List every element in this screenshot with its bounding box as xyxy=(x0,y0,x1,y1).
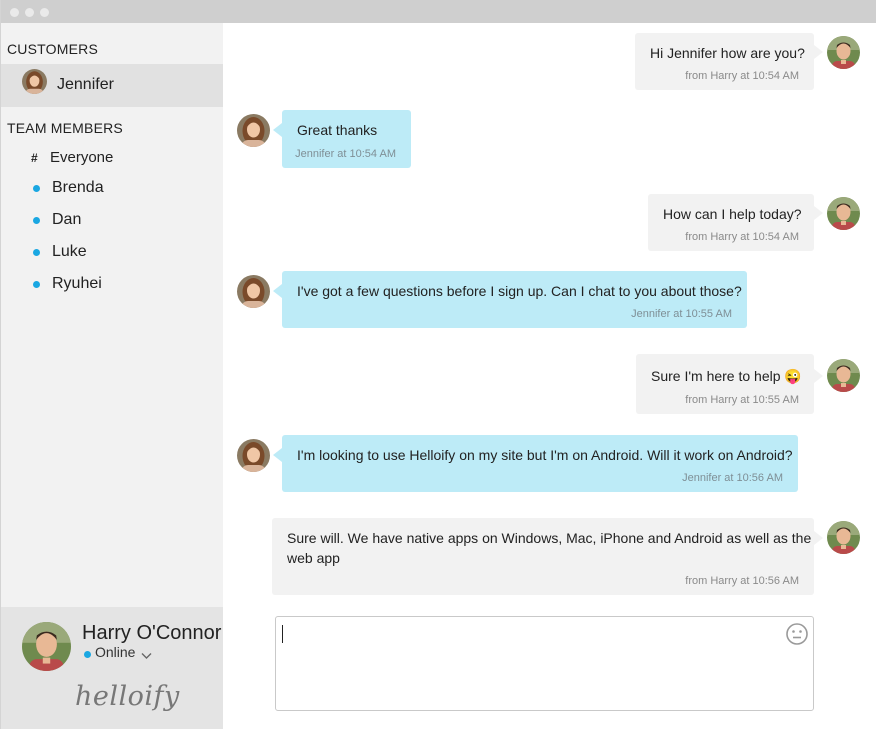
winking-tongue-emoji: 😜 xyxy=(784,368,802,384)
bubble-tail xyxy=(814,531,823,545)
message-text: How can I help today? xyxy=(663,206,802,222)
message-meta: Jennifer at 10:55 AM xyxy=(631,308,732,320)
online-status-icon xyxy=(33,185,40,192)
bubble-tail xyxy=(814,369,823,383)
message-bubble-incoming: I've got a few questions before I sign u… xyxy=(282,271,747,328)
team-item-label: Dan xyxy=(52,211,82,228)
customer-avatar xyxy=(22,69,47,94)
zoom-window-dot[interactable] xyxy=(40,8,49,17)
message-text: Hi Jennifer how are you? xyxy=(650,45,805,61)
message-bubble-outgoing: Hi Jennifer how are you? from Harry at 1… xyxy=(635,33,814,90)
bubble-tail xyxy=(814,45,823,59)
message-text-body: Sure I'm here to help xyxy=(651,368,781,384)
bubble-tail xyxy=(273,123,282,137)
message-text-line: Sure will. We have native apps on Window… xyxy=(287,530,812,546)
channel-hash-icon: # xyxy=(31,151,38,165)
user-avatar[interactable] xyxy=(22,622,71,671)
neutral-face-icon[interactable] xyxy=(785,622,809,651)
message-bubble-incoming: I'm looking to use Helloify on my site b… xyxy=(282,435,798,492)
bubble-tail xyxy=(814,206,823,220)
harry-avatar xyxy=(827,359,860,392)
team-item-everyone[interactable]: # Everyone xyxy=(1,145,223,173)
jennifer-avatar xyxy=(237,439,270,472)
close-window-dot[interactable] xyxy=(10,8,19,17)
status-dropdown[interactable]: Online xyxy=(95,644,135,660)
team-item-dan[interactable]: Dan xyxy=(1,207,223,235)
message-meta: Jennifer at 10:54 AM xyxy=(295,148,396,160)
harry-avatar xyxy=(827,36,860,69)
harry-avatar xyxy=(827,521,860,554)
chevron-down-icon[interactable] xyxy=(141,647,152,665)
customers-heading: CUSTOMERS xyxy=(7,41,98,57)
message-meta: from Harry at 10:54 AM xyxy=(685,231,799,243)
message-meta: from Harry at 10:55 AM xyxy=(685,394,799,406)
chat-panel: Hi Jennifer how are you? from Harry at 1… xyxy=(223,23,876,729)
team-members-heading: TEAM MEMBERS xyxy=(7,120,123,136)
message-meta: Jennifer at 10:56 AM xyxy=(682,472,783,484)
minimize-window-dot[interactable] xyxy=(25,8,34,17)
team-item-label: Luke xyxy=(52,243,87,260)
message-text: Sure I'm here to help 😜 xyxy=(651,366,802,386)
message-text-line: web app xyxy=(287,550,340,566)
bubble-tail xyxy=(273,448,282,462)
message-text: I'm looking to use Helloify on my site b… xyxy=(297,447,793,463)
team-item-label: Everyone xyxy=(50,149,114,166)
message-bubble-incoming: Great thanks Jennifer at 10:54 AM xyxy=(282,110,411,168)
sidebar: CUSTOMERS Jennifer TEAM MEMBERS # Everyo… xyxy=(1,23,223,729)
helloify-logo: helloify xyxy=(75,681,180,712)
message-input[interactable] xyxy=(275,616,814,711)
jennifer-avatar xyxy=(237,275,270,308)
message-text: Sure will. We have native apps on Window… xyxy=(287,528,811,568)
message-meta: from Harry at 10:54 AM xyxy=(685,70,799,82)
message-text: Great thanks xyxy=(297,122,378,138)
title-bar xyxy=(1,0,876,23)
online-status-icon xyxy=(33,281,40,288)
text-caret xyxy=(282,625,283,643)
message-bubble-outgoing: Sure I'm here to help 😜 from Harry at 10… xyxy=(636,354,814,414)
jennifer-avatar xyxy=(237,114,270,147)
message-bubble-outgoing: How can I help today? from Harry at 10:5… xyxy=(648,194,814,251)
team-item-label: Ryuhei xyxy=(52,275,102,292)
message-bubble-outgoing: Sure will. We have native apps on Window… xyxy=(272,518,814,595)
customer-item-jennifer[interactable]: Jennifer xyxy=(1,64,223,107)
team-item-brenda[interactable]: Brenda xyxy=(1,175,223,203)
team-item-label: Brenda xyxy=(52,179,104,196)
team-item-ryuhei[interactable]: Ryuhei xyxy=(1,271,223,299)
message-meta: from Harry at 10:56 AM xyxy=(685,575,799,587)
online-status-icon xyxy=(84,651,91,658)
team-item-luke[interactable]: Luke xyxy=(1,239,223,267)
message-text: I've got a few questions before I sign u… xyxy=(297,283,742,299)
user-name: Harry O'Connor xyxy=(82,622,222,644)
online-status-icon xyxy=(33,249,40,256)
customer-name: Jennifer xyxy=(57,76,114,93)
user-profile-panel: Harry O'Connor Online helloify xyxy=(1,607,223,729)
harry-avatar xyxy=(827,197,860,230)
online-status-icon xyxy=(33,217,40,224)
app-window: CUSTOMERS Jennifer TEAM MEMBERS # Everyo… xyxy=(0,0,876,729)
bubble-tail xyxy=(273,284,282,298)
